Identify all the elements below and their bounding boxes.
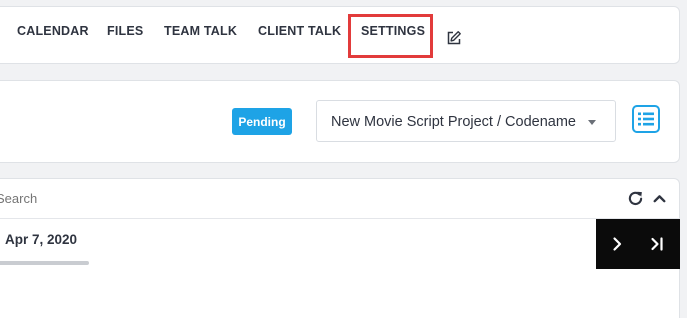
search-input[interactable] (0, 191, 196, 206)
row-date: Apr 7, 2020 (5, 232, 78, 247)
pager-controls (596, 219, 680, 269)
last-page-icon[interactable] (649, 236, 665, 252)
nav-tab-team-talk[interactable]: TEAM TALK (164, 24, 237, 38)
panel-divider (0, 218, 680, 219)
refresh-icon[interactable] (627, 190, 644, 207)
chevron-right-icon[interactable] (609, 236, 625, 252)
nav-tab-client-talk[interactable]: CLIENT TALK (258, 24, 341, 38)
nav-tab-files[interactable]: FILES (107, 24, 143, 38)
chevron-up-icon[interactable] (652, 191, 667, 206)
edit-icon[interactable] (446, 30, 462, 46)
caret-down-icon (588, 120, 596, 125)
list-view-icon[interactable] (632, 105, 660, 133)
status-badge: Pending (232, 108, 292, 135)
progress-bar (0, 261, 89, 265)
nav-tab-calendar[interactable]: CALENDAR (17, 24, 89, 38)
project-select[interactable]: New Movie Script Project / Codename (316, 100, 616, 142)
project-select-value: New Movie Script Project / Codename (331, 114, 576, 130)
settings-highlight-box (348, 14, 433, 58)
